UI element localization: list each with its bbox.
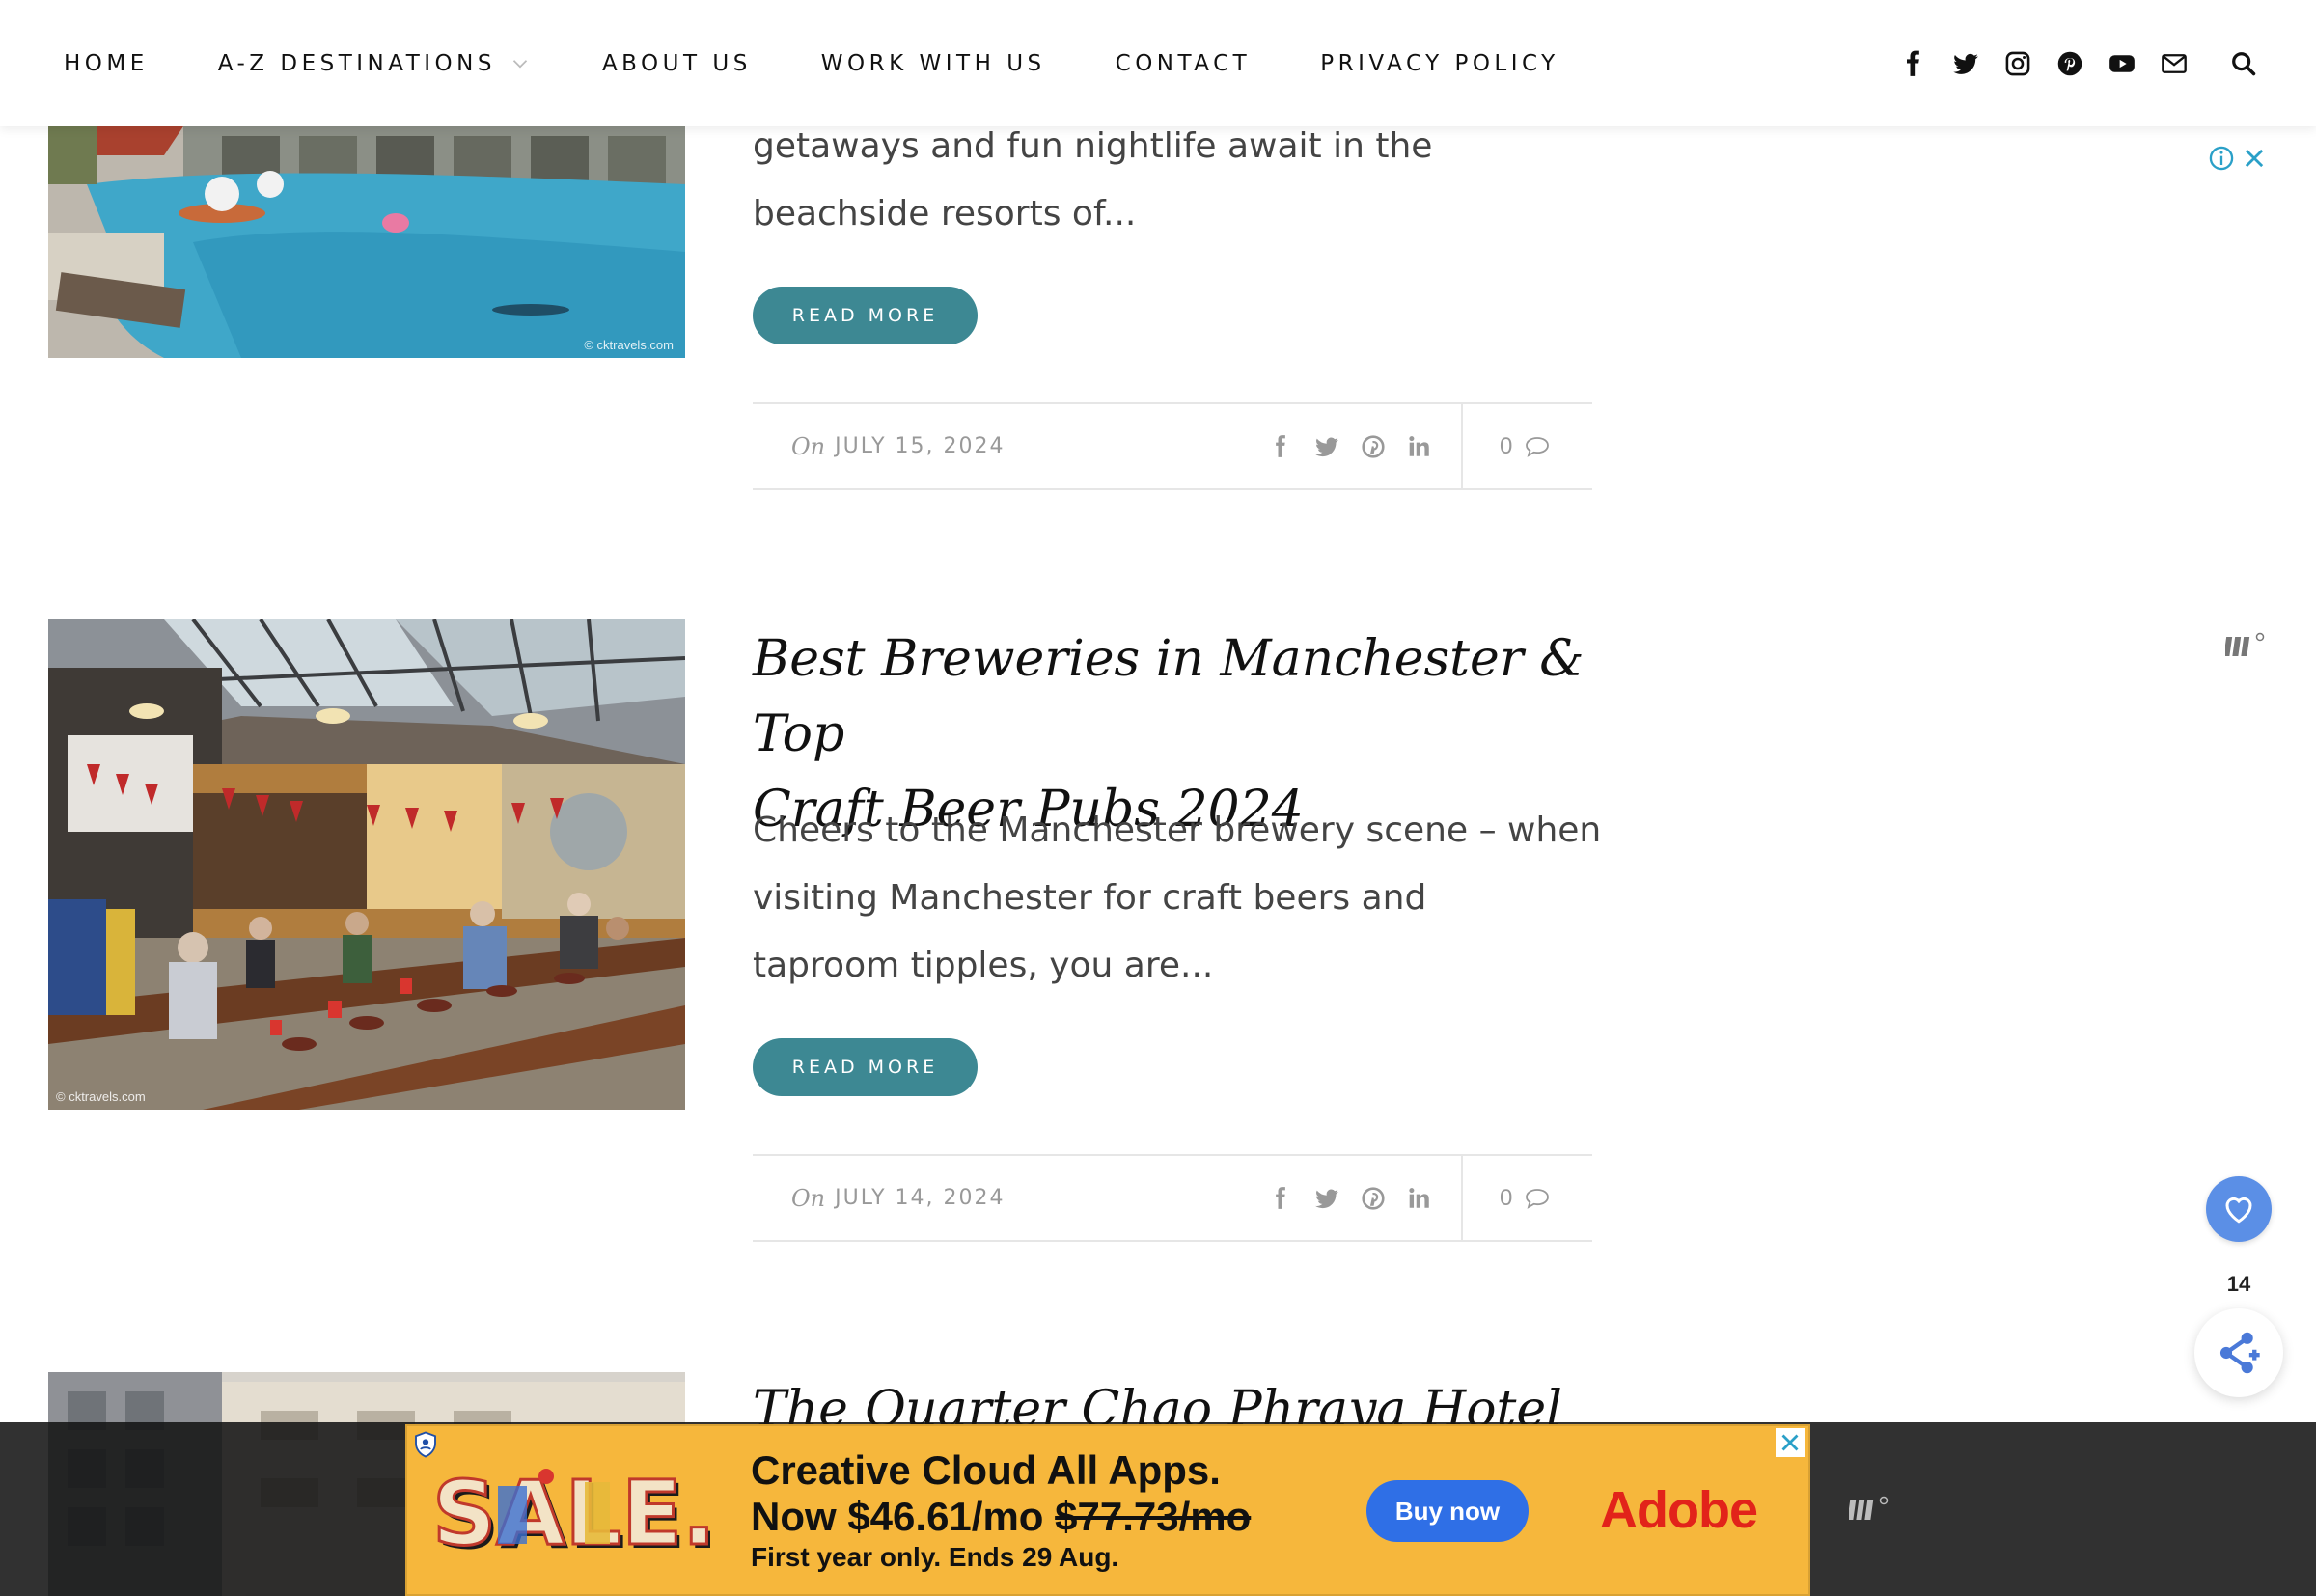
share-count: 14 bbox=[2226, 1272, 2251, 1296]
twitter-icon[interactable] bbox=[1951, 49, 1980, 78]
date-text: JULY 14, 2024 bbox=[835, 1186, 1006, 1210]
mediavine-logo-icon bbox=[1849, 1496, 1889, 1520]
excerpt-line: visiting Manchester for craft beers and bbox=[753, 878, 1427, 918]
bottom-ad-banner[interactable]: SALE. SALE. Creative Cloud All Apps. Now… bbox=[405, 1424, 1810, 1596]
facebook-icon[interactable] bbox=[1899, 49, 1928, 78]
pinterest-icon[interactable] bbox=[2055, 49, 2084, 78]
excerpt-line: beachside resorts of... bbox=[753, 194, 1137, 234]
mail-icon[interactable] bbox=[2160, 49, 2189, 78]
date-prefix: On bbox=[791, 1184, 826, 1212]
post-meta: On JULY 15, 2024 0 bbox=[753, 402, 1592, 490]
info-icon[interactable] bbox=[2208, 145, 2235, 172]
share-facebook-icon[interactable] bbox=[1268, 1186, 1293, 1211]
ad-headline: Creative Cloud All Apps. Now $46.61/mo $… bbox=[751, 1447, 1251, 1540]
post-date: On JULY 15, 2024 bbox=[791, 404, 1005, 488]
favorite-button[interactable] bbox=[2206, 1176, 2272, 1242]
ad-price-line: Now $46.61/mo $77.73/mo bbox=[751, 1494, 1251, 1540]
share-links bbox=[1268, 1156, 1453, 1240]
close-icon[interactable] bbox=[2241, 145, 2268, 172]
ad-headline-line: Creative Cloud All Apps. bbox=[751, 1447, 1221, 1493]
date-prefix: On bbox=[791, 432, 826, 460]
share-linkedin-icon[interactable] bbox=[1407, 434, 1432, 459]
share-twitter-icon[interactable] bbox=[1314, 434, 1339, 459]
share-twitter-icon[interactable] bbox=[1314, 1186, 1339, 1211]
main-menu: HOME A-Z DESTINATIONS ABOUT US WORK WITH… bbox=[64, 0, 1629, 126]
share-links bbox=[1268, 404, 1453, 488]
nav-work-with-us[interactable]: WORK WITH US bbox=[821, 51, 1046, 76]
post-meta: On JULY 14, 2024 0 bbox=[753, 1154, 1592, 1242]
ad-price: Now $46.61/mo bbox=[751, 1494, 1044, 1539]
nav-home[interactable]: HOME bbox=[64, 51, 149, 76]
post-image-brewery[interactable]: © cktravels.com bbox=[48, 619, 685, 1110]
post-excerpt: Cheers to the Manchester brewery scene –… bbox=[753, 797, 1602, 1000]
youtube-icon[interactable] bbox=[2108, 49, 2137, 78]
social-links bbox=[1876, 0, 2316, 126]
chevron-down-icon bbox=[512, 59, 528, 68]
adobe-logo: Adobe bbox=[1600, 1480, 1758, 1540]
sale-graphic: SALE. SALE. bbox=[431, 1461, 711, 1570]
search-icon[interactable] bbox=[2229, 49, 2258, 78]
ad-choices bbox=[2202, 145, 2268, 172]
instagram-icon[interactable] bbox=[2003, 49, 2032, 78]
meta-divider bbox=[1461, 1156, 1463, 1240]
nav-about-us[interactable]: ABOUT US bbox=[602, 51, 752, 76]
share-facebook-icon[interactable] bbox=[1268, 434, 1293, 459]
share-pinterest-icon[interactable] bbox=[1361, 1186, 1386, 1211]
post-date: On JULY 14, 2024 bbox=[791, 1156, 1005, 1240]
post-excerpt: getaways and fun nightlife await in the … bbox=[753, 113, 1602, 248]
brand-text: Adobe bbox=[1600, 1481, 1758, 1539]
share-button[interactable] bbox=[2194, 1308, 2283, 1397]
pool-photo bbox=[48, 126, 685, 358]
top-navbar: HOME A-Z DESTINATIONS ABOUT US WORK WITH… bbox=[0, 0, 2316, 126]
read-more-button[interactable]: READ MORE bbox=[753, 1038, 978, 1096]
share-icon bbox=[2220, 1332, 2260, 1374]
date-text: JULY 15, 2024 bbox=[835, 434, 1006, 458]
title-line: Best Breweries in Manchester & Top bbox=[753, 630, 1585, 763]
read-more-button[interactable]: READ MORE bbox=[753, 287, 978, 344]
heart-icon bbox=[2225, 1197, 2252, 1224]
ad-subline: First year only. Ends 29 Aug. bbox=[751, 1542, 1119, 1572]
nav-privacy-policy[interactable]: PRIVACY POLICY bbox=[1320, 51, 1559, 76]
nav-a-z-destinations[interactable]: A-Z DESTINATIONS bbox=[218, 51, 533, 76]
image-credit: © cktravels.com bbox=[56, 1089, 146, 1104]
image-credit: © cktravels.com bbox=[584, 338, 674, 352]
close-icon bbox=[1781, 1434, 1799, 1451]
comment-icon bbox=[1526, 1188, 1550, 1209]
nav-contact[interactable]: CONTACT bbox=[1116, 51, 1252, 76]
share-pinterest-icon[interactable] bbox=[1361, 434, 1386, 459]
excerpt-line: Cheers to the Manchester brewery scene –… bbox=[753, 811, 1602, 850]
meta-divider bbox=[1461, 404, 1463, 488]
buy-now-button[interactable]: Buy now bbox=[1366, 1480, 1529, 1542]
mediavine-logo-icon bbox=[2225, 632, 2265, 656]
share-linkedin-icon[interactable] bbox=[1407, 1186, 1432, 1211]
comment-icon bbox=[1526, 436, 1550, 457]
comments-link[interactable]: 0 bbox=[1500, 404, 1551, 488]
post-image-resort-pool[interactable]: © cktravels.com bbox=[48, 126, 685, 358]
comment-count: 0 bbox=[1500, 432, 1513, 459]
ad-close-button[interactable] bbox=[1776, 1428, 1805, 1457]
excerpt-line: taproom tipples, you are... bbox=[753, 946, 1214, 985]
ad-old-price: $77.73/mo bbox=[1055, 1494, 1252, 1539]
sale-word-front: SALE. bbox=[432, 1462, 710, 1565]
comments-link[interactable]: 0 bbox=[1500, 1156, 1551, 1240]
brewery-photo bbox=[48, 619, 685, 1110]
comment-count: 0 bbox=[1500, 1184, 1513, 1211]
